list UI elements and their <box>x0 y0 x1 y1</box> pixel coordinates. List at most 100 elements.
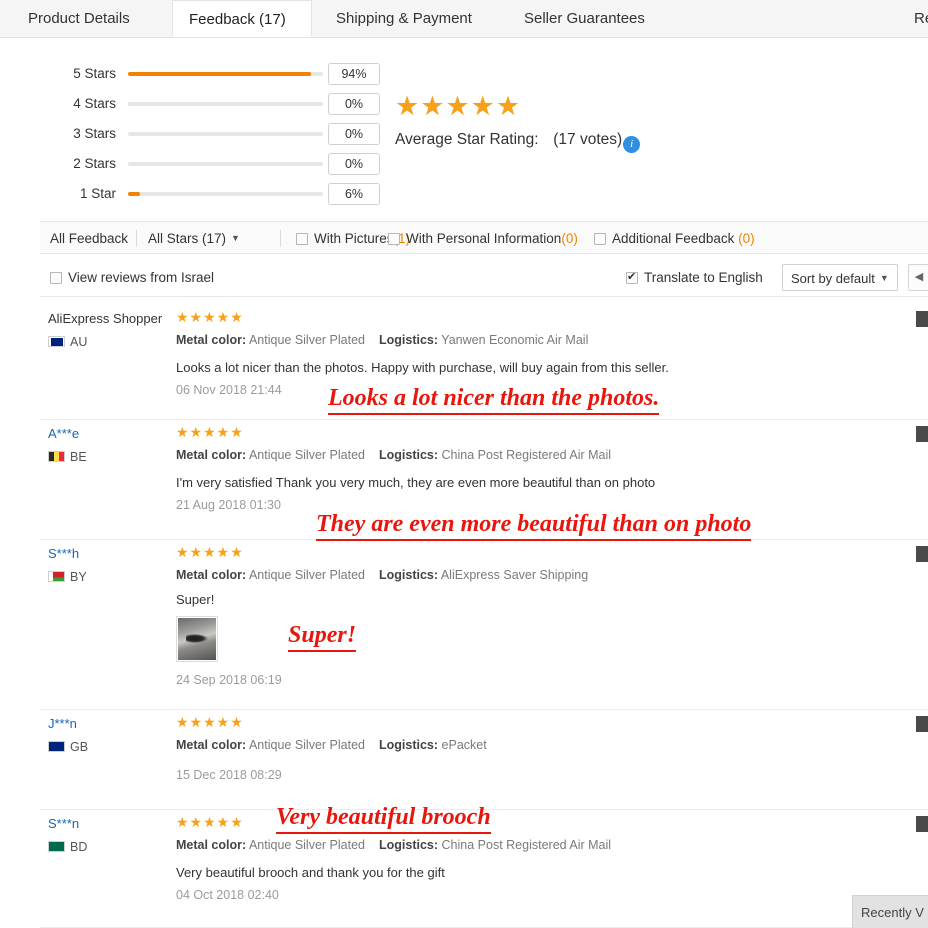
rating-bar-percent: 0% <box>328 153 380 175</box>
reviewer-country: BE <box>48 450 87 464</box>
review-text: Looks a lot nicer than the photos. Happy… <box>176 360 669 375</box>
rating-bar-track <box>128 72 323 76</box>
review-attributes: Metal color: Antique Silver Plated Logist… <box>176 838 611 852</box>
rating-bar-label: 3 Stars <box>73 126 116 141</box>
view-reviews-from-country[interactable]: View reviews from Israel <box>50 262 214 294</box>
review-text: I'm very satisfied Thank you very much, … <box>176 475 656 490</box>
rating-summary: 5 Stars 94% 4 Stars 0% 3 Stars 0% 2 Stars 0% 1 S… <box>0 39 928 217</box>
logistics-value: China Post Registered Air Mail <box>441 838 612 852</box>
reviewer-name[interactable]: S***n <box>48 816 79 831</box>
average-rating-block: ★★★★★ Average Star Rating: (17 votes) i <box>395 91 695 153</box>
rating-bar-row[interactable]: 1 Star 6% <box>40 183 380 205</box>
with-personal-information-count: (0) <box>561 231 578 246</box>
with-pictures-label: With Pictures <box>314 231 394 246</box>
review-date: 21 Aug 2018 01:30 <box>176 498 281 512</box>
tab-seller-guarantees[interactable]: Seller Guarantees <box>508 0 678 37</box>
rating-bar-track <box>128 192 323 196</box>
translate-label: Translate to English <box>644 270 763 285</box>
metal-color-label: Metal color: <box>176 838 247 852</box>
review-stars: ★★★★★ <box>176 544 244 560</box>
logistics-label: Logistics: <box>379 738 439 752</box>
review-action-button[interactable] <box>916 311 928 327</box>
metal-color-value: Antique Silver Plated <box>248 568 365 582</box>
rating-bar-percent: 0% <box>328 123 380 145</box>
review-action-button[interactable] <box>916 716 928 732</box>
country-flag-icon <box>48 841 65 852</box>
logistics-label: Logistics: <box>379 568 439 582</box>
rating-bar-row[interactable]: 3 Stars 0% <box>40 123 380 145</box>
tab-bottom-divider <box>0 37 928 38</box>
translate-to-english[interactable]: Translate to English <box>626 262 763 294</box>
filter-divider-1 <box>136 230 137 247</box>
country-code: BE <box>70 450 87 464</box>
reviewer-country: AU <box>48 335 87 349</box>
review-attributes: Metal color: Antique Silver Plated Logist… <box>176 738 487 752</box>
review-action-button[interactable] <box>916 816 928 832</box>
logistics-value: Yanwen Economic Air Mail <box>441 333 589 347</box>
tab-feedback-17[interactable]: Feedback (17) <box>172 0 312 37</box>
with-pictures-checkbox[interactable] <box>296 233 308 245</box>
filter-all-stars-dropdown[interactable]: All Stars (17) ▼ <box>148 222 240 255</box>
rating-bar-row[interactable]: 2 Stars 0% <box>40 153 380 175</box>
review-date: 06 Nov 2018 21:44 <box>176 383 282 397</box>
rating-bar-label: 5 Stars <box>73 66 116 81</box>
review-photo-thumbnail[interactable] <box>176 616 218 662</box>
handwritten-annotation: They are even more beautiful than on pho… <box>316 511 752 541</box>
filter-all-feedback[interactable]: All Feedback <box>50 222 128 255</box>
handwritten-annotation: Super! <box>288 622 357 652</box>
chevron-down-icon: ▼ <box>879 273 889 283</box>
metal-color-label: Metal color: <box>176 568 247 582</box>
with-personal-information-checkbox[interactable] <box>388 233 400 245</box>
review-action-button[interactable] <box>916 426 928 442</box>
country-flag-icon <box>48 451 65 462</box>
rating-bar-track <box>128 162 323 166</box>
rating-bar-track <box>128 102 323 106</box>
country-flag-icon <box>48 336 65 347</box>
tab-product-details[interactable]: Product Details <box>12 0 170 37</box>
country-code: GB <box>70 740 89 754</box>
reviewer-name[interactable]: S***h <box>48 546 79 561</box>
feedback-filter-bar: All Feedback All Stars (17) ▼ With Pictur… <box>40 221 928 254</box>
review-date: 15 Dec 2018 08:29 <box>176 768 282 782</box>
rating-bar-fill <box>128 192 140 196</box>
feedback-options-row: View reviews from Israel Translate to En… <box>40 262 928 294</box>
with-personal-information-label: With Personal Information <box>406 231 562 246</box>
review-action-button[interactable] <box>916 546 928 562</box>
reviewer-name[interactable]: A***e <box>48 426 79 441</box>
review-stars: ★★★★★ <box>176 424 244 440</box>
tab-shipping-payment[interactable]: Shipping & Payment <box>320 0 500 37</box>
sort-by-select[interactable]: Sort by default ▼ <box>782 264 898 291</box>
handwritten-annotation: Very beautiful brooch <box>276 804 491 834</box>
review-stars: ★★★★★ <box>176 309 244 325</box>
rating-bar-row[interactable]: 4 Stars 0% <box>40 93 380 115</box>
country-flag-icon <box>48 571 65 582</box>
review-text: Super! <box>176 592 215 607</box>
translate-checkbox[interactable] <box>626 270 638 284</box>
filter-additional-feedback[interactable]: Additional Feedback (0) <box>594 222 755 255</box>
country-code: BY <box>70 570 87 584</box>
reviewer-name: AliExpress Shopper <box>48 311 163 326</box>
rating-bar-label: 2 Stars <box>73 156 116 171</box>
rating-bar-row[interactable]: 5 Stars 94% <box>40 63 380 85</box>
logistics-label: Logistics: <box>379 448 439 462</box>
additional-feedback-checkbox[interactable] <box>594 233 606 245</box>
logistics-label: Logistics: <box>379 838 439 852</box>
prev-page-button[interactable]: ◀ <box>908 264 928 291</box>
metal-color-value: Antique Silver Plated <box>248 333 365 347</box>
tab-rep[interactable]: Rep <box>898 0 928 37</box>
recently-viewed-widget[interactable]: Recently V <box>852 895 928 928</box>
review-stars: ★★★★★ <box>176 814 244 830</box>
logistics-value: AliExpress Saver Shipping <box>440 568 589 582</box>
options-row-divider <box>40 296 928 297</box>
reviewer-name[interactable]: J***n <box>48 716 77 731</box>
country-code: BD <box>70 840 88 854</box>
filter-with-personal-information[interactable]: With Personal Information(0) <box>388 222 578 255</box>
rating-bar-fill <box>128 72 312 76</box>
review-photo-image <box>178 618 216 660</box>
view-reviews-checkbox[interactable] <box>50 272 62 284</box>
metal-color-value: Antique Silver Plated <box>248 838 365 852</box>
rating-bar-percent: 6% <box>328 183 380 205</box>
info-icon[interactable]: i <box>623 136 641 153</box>
review-date: 24 Sep 2018 06:19 <box>176 673 282 687</box>
feedback-item: J***n GB ★★★★★ Metal color: Antique Silver … <box>40 710 928 810</box>
